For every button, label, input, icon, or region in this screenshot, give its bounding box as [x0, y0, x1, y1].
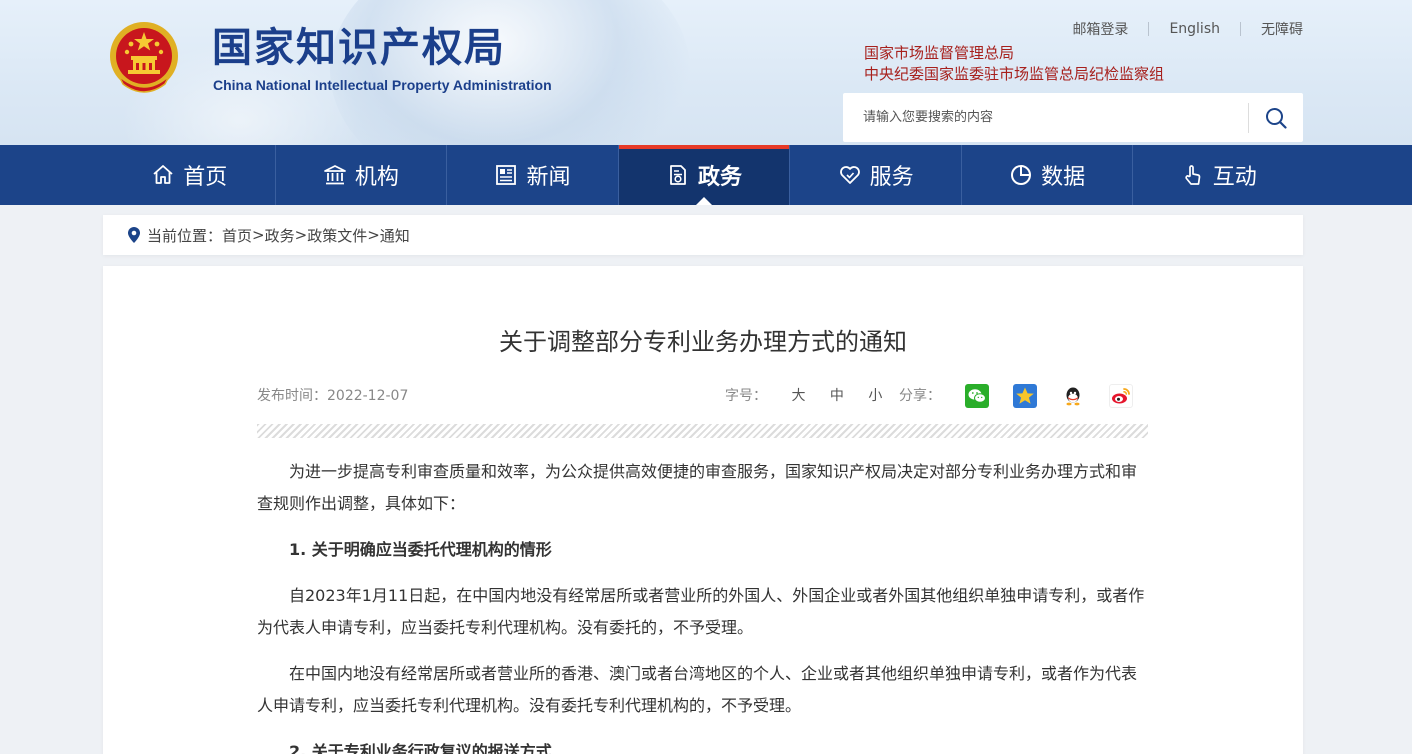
- nav-item-institution[interactable]: 机构: [274, 145, 447, 205]
- font-size-label: 字号：: [725, 388, 767, 404]
- breadcrumb-policy-documents[interactable]: 政策文件: [307, 225, 367, 246]
- article-container: 关于调整部分专利业务办理方式的通知 发布时间：2022-12-07 字号： 大 …: [103, 266, 1303, 754]
- service-icon: [838, 163, 862, 187]
- hatched-divider: [257, 424, 1148, 438]
- news-icon: [494, 163, 518, 187]
- qzone-icon[interactable]: [1013, 384, 1037, 408]
- article-paragraph: 自2023年1月11日起，在中国内地没有经常居所或者营业所的外国人、外国企业或者…: [257, 586, 1145, 637]
- data-pie-icon: [1009, 163, 1033, 187]
- breadcrumb-separator: >: [367, 226, 380, 244]
- breadcrumb-home[interactable]: 首页: [222, 225, 252, 246]
- org-link-discipline[interactable]: 中央纪委国家监委驻市场监管总局纪检监察组: [864, 64, 1164, 85]
- institution-icon: [323, 163, 347, 187]
- article-section-heading: 2. 关于专利业务行政复议的报送方式: [289, 742, 552, 754]
- search-icon: [1266, 107, 1287, 129]
- nav-item-label: 机构: [354, 165, 399, 190]
- org-link-samr[interactable]: 国家市场监督管理总局: [864, 43, 1164, 64]
- nav-item-service[interactable]: 服务: [789, 145, 961, 205]
- font-size-controls: 字号： 大 中 小: [725, 384, 882, 408]
- nav-item-data[interactable]: 数据: [960, 145, 1133, 205]
- site-header: 国家知识产权局 China National Intellectual Prop…: [0, 0, 1412, 145]
- breadcrumb-separator: >: [294, 226, 308, 244]
- search-input[interactable]: [843, 93, 1248, 142]
- nav-item-label: 互动: [1212, 165, 1257, 190]
- site-logo-english[interactable]: China National Intellectual Property Adm…: [213, 77, 552, 93]
- nav-item-interaction[interactable]: 互动: [1132, 145, 1304, 205]
- nav-item-label: 数据: [1041, 165, 1086, 190]
- font-size-small-button[interactable]: 小: [868, 388, 882, 404]
- breadcrumb-separator: >: [252, 226, 265, 244]
- search-button[interactable]: [1249, 93, 1303, 142]
- share-controls: 分享：: [899, 384, 1133, 408]
- interaction-hand-icon: [1181, 163, 1205, 187]
- mail-login-link[interactable]: 邮箱登录: [1052, 19, 1148, 39]
- publish-date-label: 发布时间：: [257, 388, 327, 404]
- article-title: 关于调整部分专利业务办理方式的通知: [499, 328, 907, 356]
- nav-item-label: 新闻: [526, 165, 571, 190]
- breadcrumb-notice[interactable]: 通知: [380, 225, 410, 246]
- site-logo-text[interactable]: 国家知识产权局: [212, 22, 506, 74]
- nav-item-label: 政务: [698, 165, 743, 190]
- article-paragraph: 为进一步提高专利审查质量和效率，为公众提供高效便捷的审查服务，国家知识产权局决定…: [257, 462, 1138, 513]
- nav-item-label: 首页: [183, 165, 228, 190]
- nav-item-home[interactable]: 首页: [104, 145, 275, 205]
- government-affairs-icon: [666, 163, 690, 187]
- article-section-heading: 1. 关于明确应当委托代理机构的情形: [289, 540, 552, 559]
- breadcrumb-prefix: 当前位置：: [147, 226, 223, 245]
- national-emblem-icon[interactable]: [107, 18, 181, 96]
- font-size-large-button[interactable]: 大: [791, 388, 805, 404]
- publish-date: 发布时间：2022-12-07: [257, 384, 408, 408]
- search-box: [843, 93, 1303, 142]
- share-label: 分享：: [899, 388, 941, 404]
- nav-item-label: 服务: [869, 165, 914, 190]
- article-paragraph: 在中国内地没有经常居所或者营业所的香港、澳门或者台湾地区的个人、企业或者其他组织…: [257, 664, 1138, 715]
- breadcrumb-government-affairs[interactable]: 政务: [265, 225, 295, 246]
- parent-organizations: 国家市场监督管理总局 中央纪委国家监委驻市场监管总局纪检监察组: [864, 43, 1164, 85]
- home-icon: [151, 163, 175, 187]
- weibo-icon[interactable]: [1109, 384, 1133, 408]
- article-body: 为进一步提高专利审查质量和效率，为公众提供高效便捷的审查服务，国家知识产权局决定…: [257, 456, 1148, 754]
- nav-item-government-affairs[interactable]: 政务: [617, 145, 790, 205]
- location-pin-icon: [128, 227, 140, 243]
- nav-item-news[interactable]: 新闻: [446, 145, 618, 205]
- main-navigation: 首页 机构 新闻 政务 服务 数据 互动: [0, 145, 1412, 205]
- publish-date-value: 2022-12-07: [327, 388, 409, 404]
- accessibility-link[interactable]: 无障碍: [1241, 19, 1303, 39]
- qq-icon[interactable]: [1061, 384, 1085, 408]
- breadcrumb: 当前位置： 首页 > 政务 > 政策文件 > 通知: [103, 215, 1303, 255]
- article-meta: 发布时间：2022-12-07 字号： 大 中 小 分享：: [257, 384, 1147, 408]
- english-link[interactable]: English: [1149, 21, 1240, 37]
- font-size-medium-button[interactable]: 中: [830, 388, 844, 404]
- top-links: 邮箱登录 English 无障碍: [1052, 18, 1303, 40]
- wechat-icon[interactable]: [965, 384, 989, 408]
